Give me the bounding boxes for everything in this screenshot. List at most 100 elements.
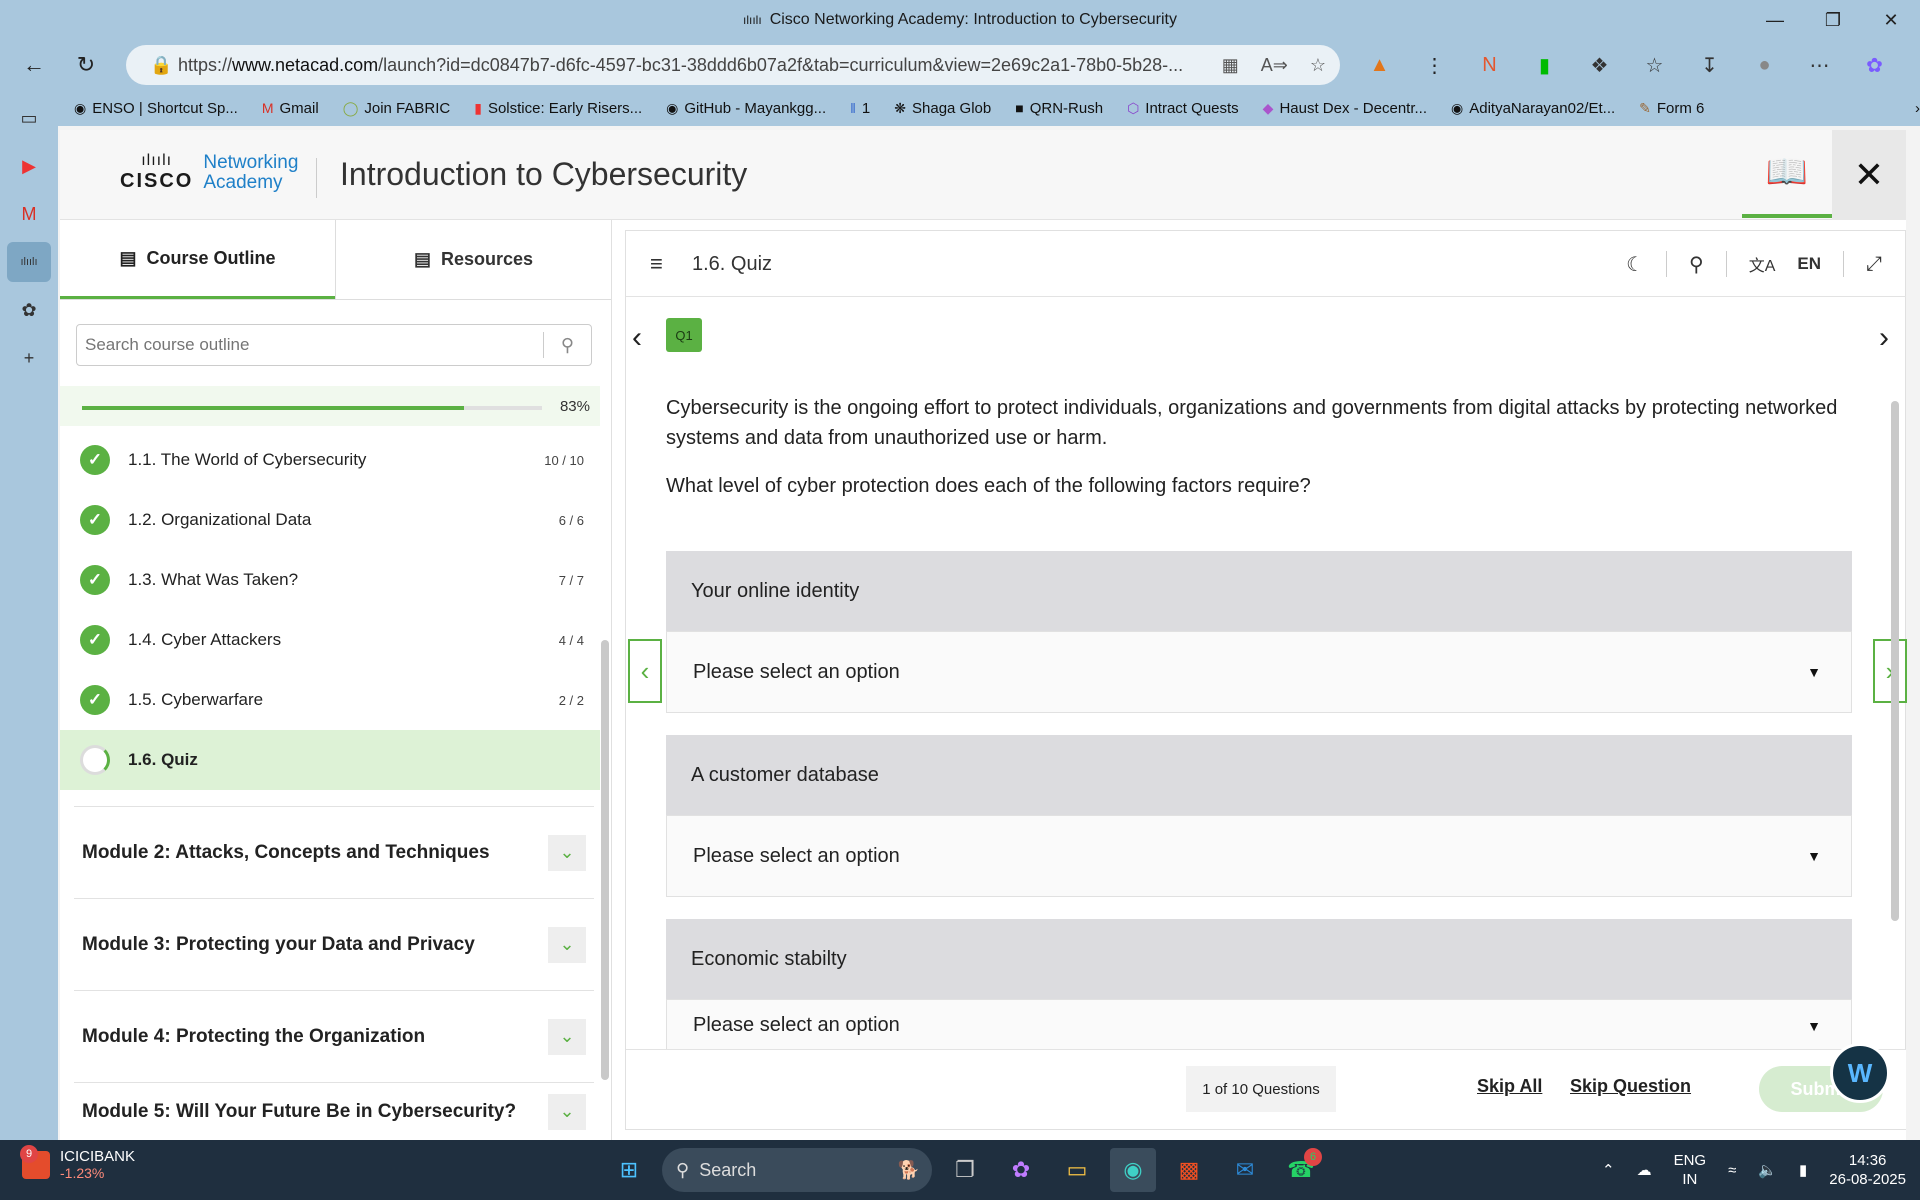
windows-start-icon[interactable]: ⊞ bbox=[606, 1148, 652, 1192]
language-selector[interactable]: EN bbox=[1797, 254, 1821, 274]
option-select[interactable]: Please select an option ▼ bbox=[666, 815, 1852, 897]
prev-question-chevron-icon[interactable]: ‹ bbox=[632, 321, 642, 355]
bookmark-item[interactable]: ◯ Join FABRIC bbox=[343, 100, 451, 117]
collapse-menu-icon[interactable]: ≡ bbox=[650, 251, 663, 277]
lesson-item[interactable]: ✓ 1.3. What Was Taken? 7 / 7 bbox=[60, 550, 600, 610]
wifi-icon[interactable]: ≈ bbox=[1728, 1162, 1736, 1179]
extension-n-icon[interactable]: N bbox=[1462, 54, 1517, 77]
favorite-star-icon[interactable]: ☆ bbox=[1310, 55, 1326, 76]
whatsapp-icon[interactable]: ☎ 6 bbox=[1278, 1148, 1324, 1192]
onedrive-cloud-icon[interactable]: ☁ bbox=[1637, 1161, 1652, 1179]
lesson-item[interactable]: ✓ 1.5. Cyberwarfare 2 / 2 bbox=[60, 670, 600, 730]
skip-question-link[interactable]: Skip Question bbox=[1570, 1076, 1691, 1097]
file-explorer-icon[interactable]: ▭ bbox=[1054, 1148, 1100, 1192]
metamask-extension-icon[interactable]: ▲ bbox=[1352, 54, 1407, 77]
clock[interactable]: 14:36 26-08-2025 bbox=[1829, 1151, 1906, 1189]
bookmark-item[interactable]: ◉ AdityaNarayan02/Et... bbox=[1451, 100, 1615, 117]
skip-all-link[interactable]: Skip All bbox=[1477, 1076, 1542, 1097]
cisco-tab-icon[interactable]: ılıılı bbox=[7, 242, 51, 282]
content-scrollbar[interactable] bbox=[1891, 401, 1899, 921]
chatgpt-tab-icon[interactable]: ✿ bbox=[7, 290, 51, 330]
bookmarks-more-chevron-icon[interactable]: › bbox=[1915, 100, 1920, 117]
extension-dots-icon[interactable]: ⋮ bbox=[1407, 53, 1462, 78]
new-tab-icon[interactable]: + bbox=[7, 338, 51, 378]
module-item[interactable]: Module 5: Will Your Future Be in Cyberse… bbox=[74, 1082, 594, 1140]
extension-terminal-icon[interactable]: ▮ bbox=[1517, 53, 1572, 78]
taskbar-search[interactable]: ⚲ Search 🐕 bbox=[662, 1148, 932, 1192]
show-hidden-icons-chevron-icon[interactable]: ⌃ bbox=[1602, 1161, 1615, 1179]
bookmark-item[interactable]: M Gmail bbox=[262, 100, 319, 117]
back-button[interactable]: ← bbox=[8, 45, 60, 85]
bookmark-item[interactable]: ‖ 1 bbox=[850, 100, 870, 117]
chevron-down-icon[interactable]: ⌄ bbox=[548, 926, 586, 963]
bookmark-item[interactable]: ◆ Haust Dex - Decentr... bbox=[1263, 100, 1427, 117]
github-icon: ◉ bbox=[1451, 99, 1464, 116]
youtube-tab-icon[interactable]: ▶ bbox=[7, 146, 51, 186]
lesson-item-current[interactable]: 1.6. Quiz bbox=[60, 730, 600, 790]
progress-percent: 83% bbox=[559, 398, 590, 415]
module-item[interactable]: Module 2: Attacks, Concepts and Techniqu… bbox=[74, 806, 594, 898]
extensions-puzzle-icon[interactable]: ❖ bbox=[1572, 53, 1627, 78]
minimize-button[interactable]: — bbox=[1746, 0, 1804, 40]
search-highlight-dog-icon: 🐕 bbox=[897, 1159, 920, 1180]
search-icon[interactable]: ⚲ bbox=[1689, 252, 1704, 277]
next-question-chevron-icon[interactable]: › bbox=[1879, 321, 1889, 355]
lesson-item[interactable]: ✓ 1.4. Cyber Attackers 4 / 4 bbox=[60, 610, 600, 670]
read-aloud-icon[interactable]: A⇒ bbox=[1261, 55, 1288, 76]
option-select[interactable]: Please select an option ▼ bbox=[666, 999, 1852, 1051]
chevron-down-icon[interactable]: ⌄ bbox=[548, 834, 586, 871]
lesson-item[interactable]: ✓ 1.1. The World of Cybersecurity 10 / 1… bbox=[60, 430, 600, 490]
favorites-icon[interactable]: ☆ bbox=[1627, 53, 1682, 78]
book-icon[interactable]: 📖 bbox=[1742, 130, 1832, 218]
copilot-icon[interactable]: ✿ bbox=[1847, 53, 1902, 78]
tab-course-outline[interactable]: ▤ Course Outline bbox=[60, 220, 335, 299]
chevron-down-icon[interactable]: ⌄ bbox=[548, 1018, 586, 1055]
bookmark-item[interactable]: ◉ GitHub - Mayankgg... bbox=[666, 100, 826, 117]
copilot-icon[interactable]: ✿ bbox=[998, 1148, 1044, 1192]
microsoft-store-icon[interactable]: ▩ bbox=[1166, 1148, 1212, 1192]
bookmark-item[interactable]: ▮ Solstice: Early Risers... bbox=[474, 100, 642, 117]
module-item[interactable]: Module 4: Protecting the Organization ⌄ bbox=[74, 990, 594, 1082]
edge-browser-icon[interactable]: ◉ bbox=[1110, 1148, 1156, 1192]
close-course-button[interactable]: ✕ bbox=[1832, 130, 1906, 220]
app-available-icon[interactable]: ▦ bbox=[1222, 55, 1239, 76]
tab-resources[interactable]: ▤ Resources bbox=[335, 220, 611, 299]
battery-icon[interactable]: ▮ bbox=[1799, 1161, 1807, 1179]
module-item[interactable]: Module 3: Protecting your Data and Priva… bbox=[74, 898, 594, 990]
translate-icon[interactable]: 文A bbox=[1749, 252, 1776, 276]
profile-avatar-icon[interactable]: ● bbox=[1737, 54, 1792, 77]
stock-widget[interactable]: 9 ICICIBANK -1.23% bbox=[20, 1144, 135, 1181]
more-menu-icon[interactable]: ⋯ bbox=[1792, 53, 1847, 78]
sidebar-scrollbar[interactable] bbox=[601, 640, 609, 1080]
lesson-item[interactable]: ✓ 1.2. Organizational Data 6 / 6 bbox=[60, 490, 600, 550]
address-bar[interactable]: 🔒 https://www.netacad.com/launch?id=dc08… bbox=[126, 45, 1340, 85]
dark-mode-moon-icon[interactable]: ☾ bbox=[1626, 252, 1644, 277]
check-icon: ✓ bbox=[80, 445, 110, 475]
restore-button[interactable]: ❐ bbox=[1804, 0, 1862, 40]
tab-actions-icon[interactable]: ▭ bbox=[7, 98, 51, 138]
search-icon[interactable]: ⚲ bbox=[543, 332, 591, 358]
scroll-right-chevron-icon[interactable]: › bbox=[1873, 639, 1907, 703]
bookmark-item[interactable]: ◉ ENSO | Shortcut Sp... bbox=[74, 100, 238, 117]
option-select[interactable]: Please select an option ▼ bbox=[666, 631, 1852, 713]
outlook-icon[interactable]: ✉ bbox=[1222, 1148, 1268, 1192]
task-view-icon[interactable]: ❐ bbox=[942, 1148, 988, 1192]
volume-icon[interactable]: 🔈 bbox=[1758, 1161, 1777, 1179]
scroll-left-chevron-icon[interactable]: ‹ bbox=[628, 639, 662, 703]
bookmark-item[interactable]: ⬡ Intract Quests bbox=[1127, 100, 1239, 117]
input-language[interactable]: ENG IN bbox=[1674, 1151, 1707, 1189]
cisco-favicon-icon: ılıılı bbox=[743, 13, 762, 27]
downloads-icon[interactable]: ↧ bbox=[1682, 53, 1737, 78]
refresh-button[interactable]: ↻ bbox=[60, 45, 112, 85]
gmail-tab-icon[interactable]: M bbox=[7, 194, 51, 234]
chevron-down-icon[interactable]: ⌄ bbox=[548, 1093, 586, 1130]
close-window-button[interactable]: ✕ bbox=[1862, 0, 1920, 40]
cisco-logo[interactable]: ılıılı CISCO Networking Academy bbox=[120, 152, 298, 193]
question-badge[interactable]: Q1 bbox=[666, 318, 702, 352]
fullscreen-icon[interactable]: ⤢ bbox=[1866, 253, 1882, 276]
bookmark-item[interactable]: ✎ Form 6 bbox=[1639, 100, 1704, 117]
bookmark-item[interactable]: ■ QRN-Rush bbox=[1015, 100, 1103, 117]
webex-assistant-icon[interactable]: W bbox=[1830, 1043, 1890, 1103]
outline-search-input[interactable] bbox=[77, 325, 543, 365]
bookmark-item[interactable]: ❋ Shaga Glob bbox=[894, 100, 991, 117]
